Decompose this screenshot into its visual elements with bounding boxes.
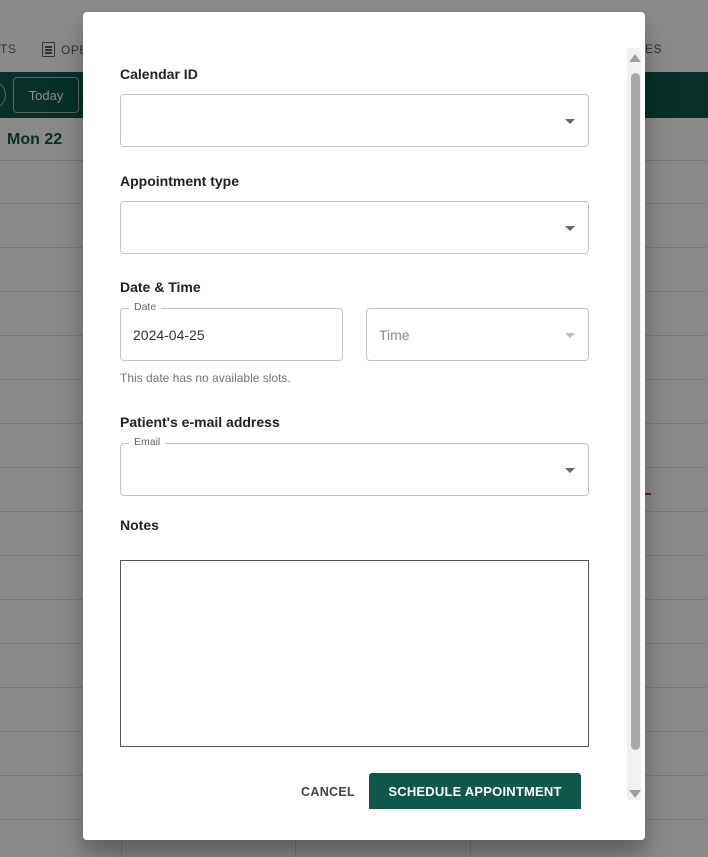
scroll-up-arrow-icon[interactable]: [629, 54, 641, 62]
email-field-label: Email: [129, 436, 166, 448]
schedule-appointment-dialog: Calendar ID Appointment type Date & Time…: [83, 12, 645, 840]
scrollbar-thumb[interactable]: [631, 73, 640, 750]
notes-label: Notes: [120, 517, 159, 533]
appointment-type-label: Appointment type: [120, 173, 239, 189]
calendar-id-label: Calendar ID: [120, 66, 198, 82]
appointment-type-select[interactable]: [120, 201, 589, 254]
notes-textarea[interactable]: [120, 560, 589, 747]
chevron-down-icon: [565, 333, 575, 338]
date-field-label: Date: [129, 301, 162, 313]
date-time-label: Date & Time: [120, 279, 201, 295]
date-helper-text: This date has no available slots.: [120, 371, 291, 385]
scroll-down-arrow-icon[interactable]: [629, 790, 641, 798]
chevron-down-icon: [565, 226, 575, 231]
schedule-appointment-button[interactable]: SCHEDULE APPOINTMENT: [369, 773, 581, 809]
email-field[interactable]: Email: [120, 436, 589, 496]
time-select[interactable]: Time: [366, 308, 589, 361]
time-placeholder: Time: [379, 327, 410, 343]
dialog-bottom-edge: [83, 809, 645, 840]
date-value: 2024-04-25: [133, 327, 205, 343]
patient-email-label: Patient's e-mail address: [120, 414, 280, 430]
calendar-id-select[interactable]: [120, 94, 589, 147]
chevron-down-icon: [565, 468, 575, 473]
cancel-button[interactable]: CANCEL: [299, 780, 357, 804]
chevron-down-icon: [565, 119, 575, 124]
date-input[interactable]: Date 2024-04-25: [120, 301, 343, 361]
